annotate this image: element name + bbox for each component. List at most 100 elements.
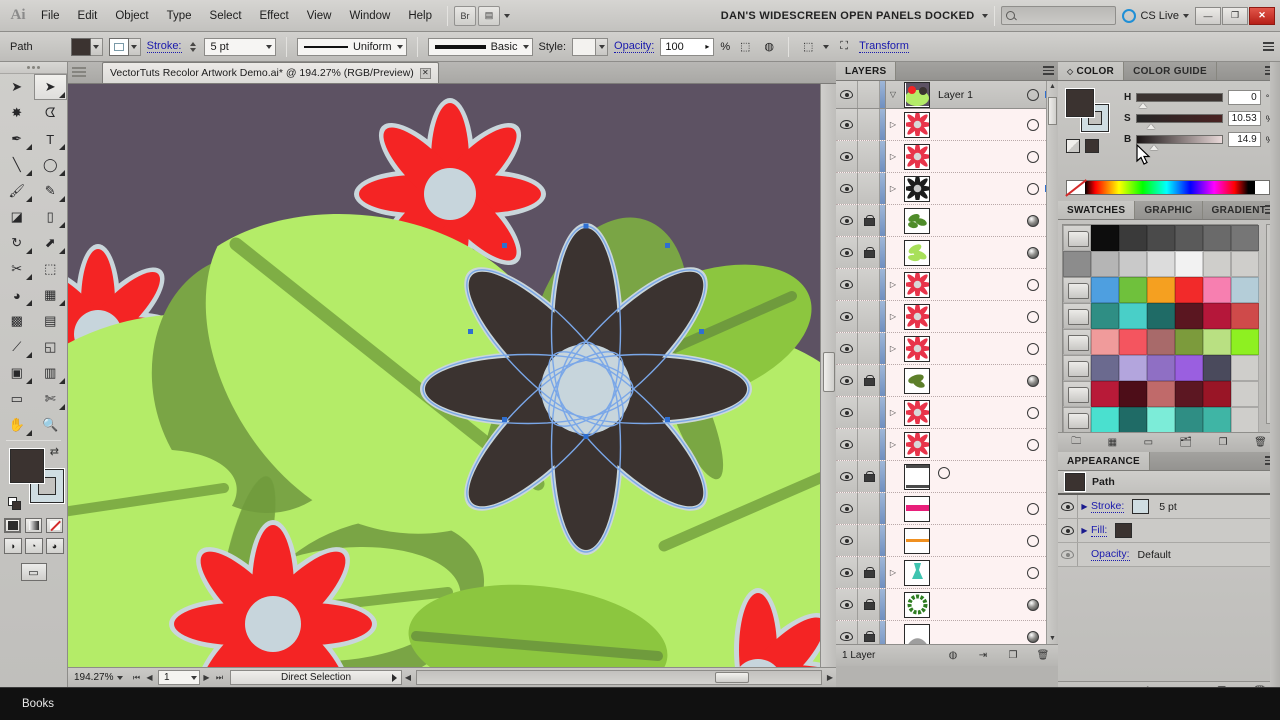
slider-track[interactable] xyxy=(1136,93,1224,108)
layer-disclosure-triangle-icon[interactable]: ▽ xyxy=(886,90,900,99)
swatch-group-folder[interactable] xyxy=(1063,329,1091,355)
color-slider-h[interactable]: H 0 ° xyxy=(1124,87,1274,108)
layer-lock-toggle[interactable] xyxy=(858,461,880,492)
layer-row-root[interactable]: ▽ Layer 1 xyxy=(836,81,1058,109)
layer-lock-toggle[interactable] xyxy=(858,429,880,460)
color-swatch[interactable] xyxy=(1231,381,1259,407)
layer-visibility-toggle[interactable] xyxy=(836,365,858,396)
stroke-profile-combo[interactable]: Uniform xyxy=(296,37,407,56)
swatch-group-folder[interactable] xyxy=(1063,277,1091,303)
free-transform-tool[interactable]: ⬚ xyxy=(34,256,68,282)
color-swatch[interactable] xyxy=(1203,329,1231,355)
swatch-options-icon[interactable]: ▭ xyxy=(1144,437,1153,448)
color-swatch[interactable] xyxy=(1119,225,1147,251)
appearance-opacity-row[interactable]: Opacity: Default xyxy=(1058,543,1280,567)
swap-fill-stroke-icon[interactable]: ⇄ xyxy=(50,445,59,458)
appearance-fill-swatch[interactable] xyxy=(1115,523,1133,538)
layer-disclosure-triangle-icon[interactable]: ▷ xyxy=(886,440,900,449)
artboard-tool[interactable]: ▭ xyxy=(0,386,34,412)
layer-target-indicator[interactable] xyxy=(1027,438,1039,451)
layer-visibility-toggle[interactable] xyxy=(836,237,858,268)
last-artboard-button[interactable]: ⏭ xyxy=(213,673,226,683)
scale-tool[interactable]: ⬈ xyxy=(34,230,68,256)
color-swatch[interactable] xyxy=(1175,355,1203,381)
maximize-button[interactable]: ❐ xyxy=(1222,6,1248,25)
appearance-stroke-weight[interactable]: 5 pt xyxy=(1159,501,1177,513)
canvas-horizontal-scrollbar[interactable] xyxy=(416,670,822,685)
graphic-style-control[interactable] xyxy=(572,37,609,56)
layer-disclosure-triangle-icon[interactable]: ▷ xyxy=(886,408,900,417)
canvas-horizontal-scroll-thumb[interactable] xyxy=(715,672,749,683)
tool-flyout-indicator[interactable] xyxy=(59,196,65,202)
color-swatch[interactable] xyxy=(1147,381,1175,407)
color-swatch[interactable] xyxy=(1147,329,1175,355)
color-swatch[interactable] xyxy=(1231,277,1259,303)
layer-visibility-toggle[interactable] xyxy=(836,397,858,428)
tool-flyout-indicator[interactable] xyxy=(25,274,32,280)
tool-flyout-indicator[interactable] xyxy=(59,404,65,410)
width-tool[interactable]: ✂ xyxy=(0,256,34,282)
tool-flyout-indicator[interactable] xyxy=(59,170,65,176)
cs-live-button[interactable]: CS Live xyxy=(1116,8,1195,23)
create-new-sublayer-icon[interactable]: ⇥ xyxy=(968,650,998,661)
layer-row[interactable]: ▷ xyxy=(836,397,1058,429)
color-swatch[interactable] xyxy=(1203,303,1231,329)
taskbar-item-books[interactable]: Books xyxy=(0,698,54,710)
delete-swatch-icon[interactable]: 🗑 xyxy=(1254,437,1267,448)
color-slider-b[interactable]: B 14.9 % xyxy=(1124,129,1274,150)
menu-window[interactable]: Window xyxy=(340,6,399,26)
color-swatch[interactable] xyxy=(1203,277,1231,303)
appearance-stroke-swatch[interactable] xyxy=(1132,499,1150,514)
layer-target-indicator[interactable] xyxy=(1027,278,1039,291)
gradient-tool[interactable]: ▤ xyxy=(34,308,68,334)
none-mode-button[interactable] xyxy=(46,518,63,533)
direct-selection-tool[interactable]: ➤ xyxy=(33,74,67,100)
swatch-group-folder[interactable] xyxy=(1063,407,1091,433)
color-swatch[interactable] xyxy=(1119,277,1147,303)
hscroll-left-arrow-icon[interactable]: ◀ xyxy=(402,673,414,682)
layer-target-indicator[interactable] xyxy=(1027,566,1039,579)
layer-target-indicator[interactable] xyxy=(1027,598,1039,611)
perspective-grid-tool[interactable]: ▦ xyxy=(34,282,68,308)
appearance-stroke-label[interactable]: Stroke: xyxy=(1091,500,1125,513)
color-spectrum-ramp[interactable] xyxy=(1066,180,1270,195)
layer-disclosure-triangle-icon[interactable]: ▷ xyxy=(886,568,900,577)
layer-visibility-toggle[interactable] xyxy=(836,81,858,108)
appearance-fill-visibility[interactable] xyxy=(1058,519,1078,542)
tool-flyout-indicator[interactable] xyxy=(25,248,32,254)
first-artboard-button[interactable]: ⏮ xyxy=(130,673,143,683)
color-swatch[interactable] xyxy=(1175,251,1203,277)
style-swatch[interactable] xyxy=(572,37,597,56)
color-swatch[interactable] xyxy=(1091,303,1119,329)
tool-flyout-indicator[interactable] xyxy=(59,222,65,228)
menu-object[interactable]: Object xyxy=(106,6,157,26)
color-3d-cube-icon[interactable] xyxy=(1066,139,1080,153)
control-bar-menu-icon[interactable] xyxy=(1263,42,1274,51)
draw-behind-button[interactable]: ◔ xyxy=(24,538,43,554)
new-color-group-icon[interactable]: 🗂 xyxy=(1179,437,1192,448)
swatch-group-folder[interactable] xyxy=(1063,381,1091,407)
appearance-stroke-visibility[interactable] xyxy=(1058,495,1078,518)
slider-thumb[interactable] xyxy=(1139,103,1148,108)
color-swatch[interactable] xyxy=(1203,355,1231,381)
canvas-vertical-scrollbar[interactable] xyxy=(820,84,836,667)
layer-disclosure-triangle-icon[interactable]: ▷ xyxy=(886,312,900,321)
search-input[interactable] xyxy=(1001,6,1117,25)
gradient-mode-button[interactable] xyxy=(25,518,42,533)
draw-normal-button[interactable]: ◑ xyxy=(3,538,22,554)
pencil-tool[interactable]: ✎ xyxy=(34,178,68,204)
color-swatch[interactable] xyxy=(1175,303,1203,329)
color-swatch[interactable] xyxy=(1231,225,1259,251)
symbol-sprayer-tool[interactable]: ▣ xyxy=(0,360,34,386)
layer-row[interactable] xyxy=(836,237,1058,269)
swatch-group-folder[interactable] xyxy=(1063,303,1091,329)
layer-target-indicator[interactable] xyxy=(1027,342,1039,355)
stroke-swatch[interactable] xyxy=(108,37,129,56)
stroke-weight-stepper[interactable] xyxy=(188,38,198,56)
swatch-libraries-icon[interactable]: 🗀 xyxy=(1071,434,1081,451)
layer-target-indicator[interactable] xyxy=(1027,150,1039,163)
layer-row[interactable] xyxy=(836,365,1058,397)
stroke-chevron-down-icon[interactable] xyxy=(128,37,141,56)
layer-lock-toggle[interactable] xyxy=(858,589,880,620)
tool-flyout-indicator[interactable] xyxy=(25,430,32,436)
